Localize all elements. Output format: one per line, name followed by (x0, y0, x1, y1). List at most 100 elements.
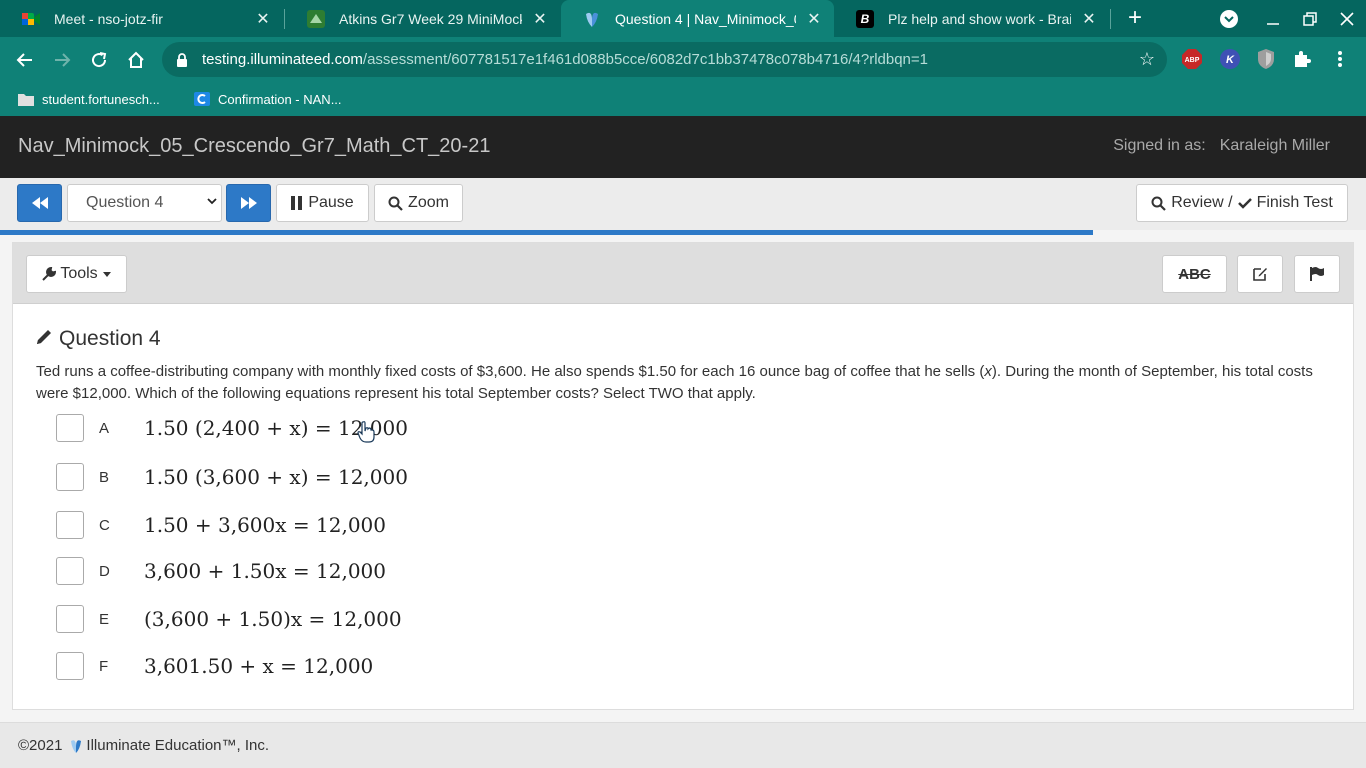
footer: ©2021 Illuminate Education™, Inc. (0, 722, 1366, 768)
choice-checkbox[interactable] (56, 557, 84, 585)
company-name: Illuminate Education™, Inc. (86, 737, 270, 754)
k-extension-icon[interactable]: K (1218, 47, 1242, 71)
question-select[interactable]: Question 4 (67, 184, 222, 222)
choice-checkbox[interactable] (56, 511, 84, 539)
fast-forward-icon (240, 197, 257, 209)
signed-in-label: Signed in as: (1113, 137, 1206, 154)
checkmark-icon (1237, 198, 1252, 209)
close-tab-icon[interactable]: ✕ (1081, 9, 1097, 29)
choice-letter: A (99, 419, 110, 437)
tab-title: Question 4 | Nav_Minimock_05_C (615, 10, 796, 27)
tab-search-icon[interactable] (1209, 0, 1249, 37)
signed-in-info: Signed in as: Karaleigh Miller (1113, 137, 1330, 155)
zoom-label: Zoom (408, 194, 449, 211)
wrench-icon (42, 267, 57, 281)
brainly-favicon-icon: B (856, 9, 874, 28)
shield-extension-icon[interactable] (1254, 47, 1278, 71)
bookmark-star-icon[interactable]: ☆ (1139, 49, 1155, 70)
forward-icon[interactable] (48, 46, 76, 74)
choice-checkbox[interactable] (56, 463, 84, 491)
flag-button[interactable] (1294, 255, 1340, 293)
close-tab-icon[interactable]: ✕ (255, 9, 271, 29)
tab-title: Atkins Gr7 Week 29 MiniMock #5 (339, 10, 522, 27)
footer-copyright: ©2021 Illuminate Education™, Inc. (18, 737, 269, 754)
address-bar[interactable]: testing.illuminateed.com/assessment/6077… (162, 42, 1167, 77)
finish-label: Finish Test (1256, 194, 1333, 211)
next-question-button[interactable] (226, 184, 271, 222)
tools-label: Tools (60, 265, 98, 282)
browser-tab-question[interactable]: Question 4 | Nav_Minimock_05_C ✕ (561, 0, 834, 37)
choice-d[interactable]: D 3,600 + 1.50x = 12,000 (56, 556, 386, 586)
choice-equation: 1.50 (3,600 + x) = 12,000 (144, 465, 408, 489)
chevron-down-icon (207, 196, 217, 208)
close-tab-icon[interactable]: ✕ (806, 9, 822, 29)
tools-dropdown-button[interactable]: Tools (26, 255, 127, 293)
extensions-puzzle-icon[interactable] (1290, 47, 1314, 71)
assessment-title: Nav_Minimock_05_Crescendo_Gr7_Math_CT_20… (18, 135, 491, 157)
choice-equation: 3,601.50 + x = 12,000 (144, 654, 374, 678)
minimize-icon[interactable] (1253, 0, 1293, 37)
choice-checkbox[interactable] (56, 414, 84, 442)
question-select-value: Question 4 (86, 194, 164, 211)
bookmark-confirmation-nan[interactable]: Confirmation - NAN... (194, 89, 342, 109)
question-panel: Tools ABC Question 4 Ted runs a coffee-d… (12, 242, 1354, 710)
choice-letter: E (99, 610, 110, 628)
review-finish-button[interactable]: Review / Finish Test (1136, 184, 1348, 222)
app-header: Nav_Minimock_05_Crescendo_Gr7_Math_CT_20… (0, 116, 1366, 178)
test-progress-fill (0, 230, 1093, 235)
copyright-year: ©2021 (18, 737, 63, 754)
choice-letter: D (99, 562, 110, 580)
zoom-button[interactable]: Zoom (374, 184, 463, 222)
home-icon[interactable] (122, 46, 150, 74)
choice-equation: 3,600 + 1.50x = 12,000 (144, 559, 386, 583)
pause-button[interactable]: Pause (276, 184, 369, 222)
choice-checkbox[interactable] (56, 652, 84, 680)
choice-equation: 1.50 + 3,600x = 12,000 (144, 513, 386, 537)
choice-b[interactable]: B 1.50 (3,600 + x) = 12,000 (56, 462, 408, 492)
choice-letter: B (99, 468, 110, 486)
folder-icon (18, 92, 34, 106)
browser-tab-atkins[interactable]: Atkins Gr7 Week 29 MiniMock #5 ✕ (285, 0, 560, 37)
test-navigation-bar: Question 4 Pause Zoom Review / Finish Te… (0, 178, 1366, 230)
browser-menu-icon[interactable] (1328, 47, 1352, 71)
question-stem: Ted runs a coffee-distributing company w… (36, 363, 1313, 402)
choice-letter: C (99, 516, 110, 534)
adblock-icon[interactable]: ABP (1180, 47, 1204, 71)
browser-toolbar: testing.illuminateed.com/assessment/6077… (0, 37, 1366, 82)
search-icon (1151, 196, 1166, 211)
tab-title: Meet - nso-jotz-fir (54, 10, 163, 27)
choice-f[interactable]: F 3,601.50 + x = 12,000 (56, 651, 373, 681)
illuminate-favicon-icon (583, 10, 601, 28)
restore-icon[interactable] (1290, 0, 1330, 37)
svg-text:ABP: ABP (1185, 57, 1200, 64)
browser-tab-meet[interactable]: Meet - nso-jotz-fir ✕ (0, 0, 283, 37)
notepad-button[interactable] (1237, 255, 1283, 293)
back-icon[interactable] (11, 46, 39, 74)
choice-checkbox[interactable] (56, 605, 84, 633)
question-title-text: Question 4 (59, 327, 161, 350)
flag-icon (1310, 267, 1324, 281)
previous-question-button[interactable] (17, 184, 62, 222)
close-window-icon[interactable] (1327, 0, 1366, 37)
hand-cursor-icon (356, 420, 378, 444)
bookmark-student-fortunesch[interactable]: student.fortunesch... (18, 89, 160, 109)
new-tab-icon[interactable]: + (1122, 6, 1148, 32)
review-label: Review / (1171, 194, 1233, 211)
choice-e[interactable]: E (3,600 + 1.50)x = 12,000 (56, 604, 402, 634)
c-bookmark-icon (194, 92, 210, 106)
browser-tab-strip: Meet - nso-jotz-fir ✕ Atkins Gr7 Week 29… (0, 0, 1366, 37)
reload-icon[interactable] (85, 46, 113, 74)
choice-c[interactable]: C 1.50 + 3,600x = 12,000 (56, 510, 386, 540)
pause-icon (291, 196, 303, 210)
caret-down-icon (102, 271, 111, 277)
fast-backward-icon (31, 197, 48, 209)
question-toolbar: Tools ABC (13, 243, 1353, 304)
pause-label: Pause (308, 194, 354, 211)
close-tab-icon[interactable]: ✕ (532, 9, 548, 29)
variable-x: x (984, 363, 992, 380)
bookmark-label: student.fortunesch... (42, 91, 160, 107)
question-title: Question 4 (35, 327, 161, 351)
answer-eliminator-button[interactable]: ABC (1162, 255, 1227, 293)
illuminate-logo-icon (70, 738, 82, 754)
browser-tab-brainly[interactable]: B Plz help and show work - Brainly ✕ (834, 0, 1109, 37)
